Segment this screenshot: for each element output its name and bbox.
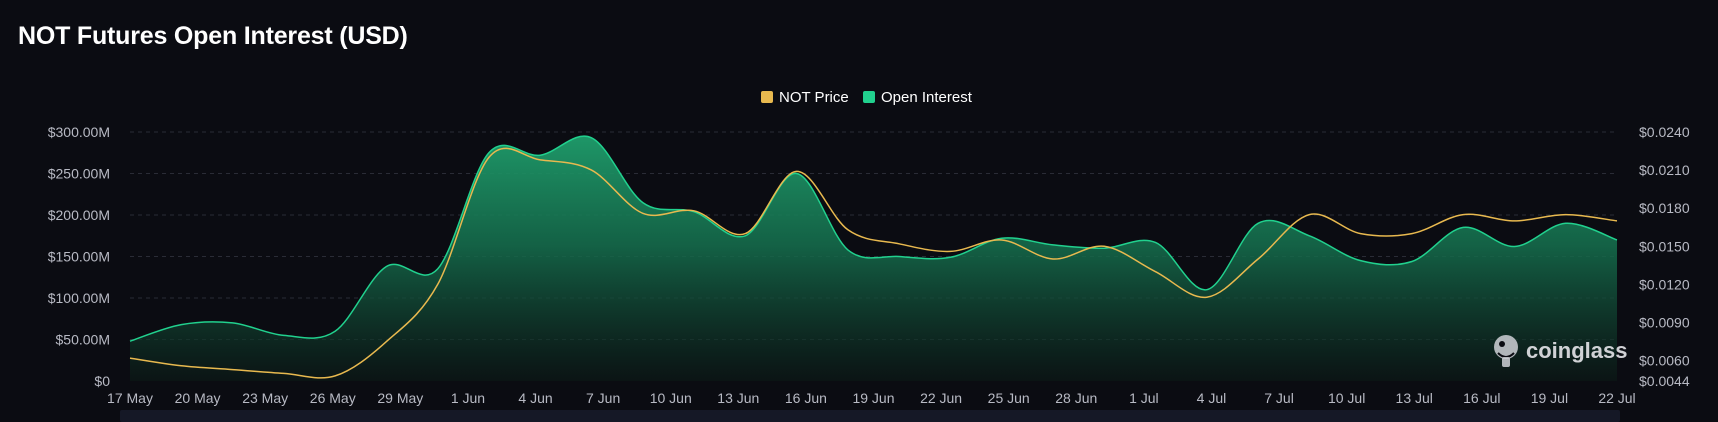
left-tick-label: $50.00M (56, 332, 110, 348)
x-tick-label: 13 Jun (717, 390, 759, 406)
x-tick-label: 16 Jul (1463, 390, 1500, 406)
x-tick-label: 28 Jun (1055, 390, 1097, 406)
right-tick-label: $0.0120 (1639, 276, 1690, 292)
right-tick-label: $0.0180 (1639, 200, 1690, 216)
x-tick-label: 26 May (310, 390, 356, 406)
x-tick-label: 1 Jun (451, 390, 485, 406)
x-tick-label: 4 Jul (1197, 390, 1227, 406)
oi-area-layer (129, 135, 1618, 381)
oi-chart[interactable]: $0 $50.00M $100.00M $150.00M $200.00M $250.00… (0, 0, 1718, 422)
x-tick-label: 29 May (377, 390, 423, 406)
x-tick-label: 7 Jul (1264, 390, 1294, 406)
x-tick-label: 19 Jun (852, 390, 894, 406)
right-tick-label: $0.0060 (1639, 353, 1690, 369)
right-tick-label: $0.0090 (1639, 315, 1690, 331)
right-tick-label: $0.0044 (1639, 373, 1690, 389)
right-axis: $0.0044 $0.0060 $0.0090 $0.0120 $0.0150 $0.01… (1639, 124, 1690, 389)
x-tick-label: 4 Jun (518, 390, 552, 406)
left-tick-label: $150.00M (48, 249, 110, 265)
x-tick-label: 10 Jun (650, 390, 692, 406)
x-tick-label: 19 Jul (1531, 390, 1568, 406)
left-tick-label: $0 (94, 373, 110, 389)
x-tick-label: 22 Jul (1598, 390, 1635, 406)
x-tick-label: 22 Jun (920, 390, 962, 406)
left-tick-label: $200.00M (48, 207, 110, 223)
legend-swatch-price (761, 91, 773, 103)
x-tick-label: 13 Jul (1396, 390, 1433, 406)
x-tick-label: 1 Jul (1129, 390, 1159, 406)
right-tick-label: $0.0240 (1639, 124, 1690, 140)
legend: NOT Price Open Interest (761, 89, 973, 106)
legend-swatch-oi (863, 91, 875, 103)
right-tick-label: $0.0210 (1639, 162, 1690, 178)
x-tick-label: 23 May (242, 390, 288, 406)
left-tick-label: $300.00M (48, 124, 110, 140)
left-tick-label: $250.00M (48, 166, 110, 182)
x-tick-label: 16 Jun (785, 390, 827, 406)
legend-item-oi[interactable]: Open Interest (863, 89, 973, 106)
x-tick-label: 25 Jun (988, 390, 1030, 406)
left-tick-label: $100.00M (48, 290, 110, 306)
x-axis: 17 May 20 May 23 May 26 May 29 May 1 Jun 4 Jun… (107, 390, 1636, 406)
legend-item-price[interactable]: NOT Price (761, 89, 849, 106)
legend-label-oi: Open Interest (881, 89, 973, 106)
watermark-text: coinglass (1526, 338, 1627, 363)
right-tick-label: $0.0150 (1639, 238, 1690, 254)
timeline-scrollbar[interactable] (120, 410, 1620, 422)
x-tick-label: 20 May (175, 390, 221, 406)
left-axis: $0 $50.00M $100.00M $150.00M $200.00M $250.00… (48, 124, 110, 389)
legend-label-price: NOT Price (779, 89, 849, 106)
x-tick-label: 7 Jun (586, 390, 620, 406)
x-tick-label: 10 Jul (1328, 390, 1365, 406)
x-tick-label: 17 May (107, 390, 153, 406)
